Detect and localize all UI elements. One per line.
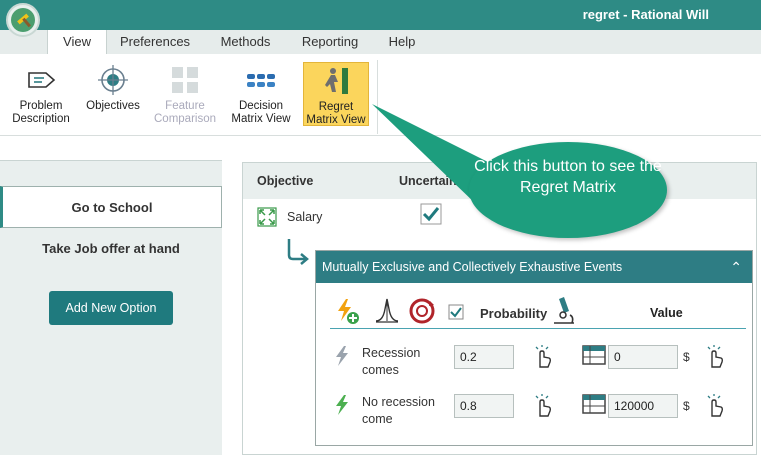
value-label: Value xyxy=(650,306,683,320)
events-panel: Mutually Exclusive and Collectively Exha… xyxy=(315,250,753,446)
hand-pointer-icon[interactable] xyxy=(704,345,726,369)
probability-checkbox[interactable] xyxy=(448,304,464,320)
currency-symbol: $ xyxy=(683,350,690,364)
hand-pointer-icon[interactable] xyxy=(704,394,726,418)
option-take-job-offer[interactable]: Take Job offer at hand xyxy=(0,228,222,270)
problem-description-label: Problem Description xyxy=(12,100,70,125)
value-input[interactable]: 0 xyxy=(608,345,678,369)
problem-description-button[interactable]: Problem Description xyxy=(8,62,74,126)
event-name: No recession come xyxy=(362,395,435,426)
table-icon[interactable] xyxy=(582,345,606,365)
microscope-icon[interactable] xyxy=(550,295,578,325)
event-row: No recession come 0.8 120000 $ xyxy=(330,394,746,434)
window-title: regret - Rational Will xyxy=(582,7,709,22)
cycle-icon[interactable] xyxy=(408,297,436,325)
callout-text: Click this button to see the Regret Matr… xyxy=(474,158,662,196)
distribution-icon[interactable] xyxy=(374,297,400,325)
menu-bar: View Preferences Methods Reporting Help xyxy=(0,30,761,54)
decision-matrix-view-label: Decision Matrix View xyxy=(231,100,291,125)
regret-matrix-view-button[interactable]: Regret Matrix View xyxy=(303,62,369,126)
options-panel: Go to School Take Job offer at hand Add … xyxy=(0,160,222,455)
option-go-to-school[interactable]: Go to School xyxy=(0,186,222,228)
tag-icon xyxy=(28,72,56,88)
app-logo-icon[interactable] xyxy=(6,3,40,37)
collapse-chevron-icon[interactable]: ⌃ xyxy=(730,251,742,283)
event-name: Recession comes xyxy=(362,346,421,377)
event-row: Recession comes 0.2 0 $ xyxy=(330,345,746,385)
objectives-button[interactable]: Objectives xyxy=(80,62,146,126)
probability-input[interactable]: 0.2 xyxy=(454,345,514,369)
col-objective: Objective xyxy=(257,174,314,188)
tab-help[interactable]: Help xyxy=(378,30,426,54)
value-input[interactable]: 120000 xyxy=(608,394,678,418)
expand-arrows-icon xyxy=(257,207,277,227)
tab-preferences[interactable]: Preferences xyxy=(110,30,200,54)
events-panel-header[interactable]: Mutually Exclusive and Collectively Exha… xyxy=(316,251,752,283)
events-panel-title: Mutually Exclusive and Collectively Exha… xyxy=(322,260,623,274)
tab-methods[interactable]: Methods xyxy=(208,30,283,54)
decision-matrix-view-button[interactable]: Decision Matrix View xyxy=(228,62,294,126)
objectives-label: Objectives xyxy=(86,100,140,112)
lightning-green-icon xyxy=(336,395,348,415)
col-uncertain: Uncertain xyxy=(399,174,457,188)
tab-reporting[interactable]: Reporting xyxy=(290,30,370,54)
hand-pointer-icon[interactable] xyxy=(532,394,554,418)
events-header-row: Probability Value xyxy=(330,293,746,329)
regret-figure-icon xyxy=(325,68,348,94)
add-new-option-button[interactable]: Add New Option xyxy=(49,291,173,325)
lightning-gray-icon xyxy=(336,346,348,366)
feature-comparison-label: Feature Comparison xyxy=(154,100,216,125)
regret-matrix-view-label: Regret Matrix View xyxy=(306,101,366,126)
grid-icon xyxy=(172,67,198,93)
uncertain-checkbox[interactable] xyxy=(420,203,442,225)
probability-input[interactable]: 0.8 xyxy=(454,394,514,418)
currency-symbol: $ xyxy=(683,399,690,413)
add-event-icon[interactable] xyxy=(334,297,360,325)
title-bar: regret - Rational Will xyxy=(0,0,761,30)
callout-bubble: Click this button to see the Regret Matr… xyxy=(469,142,667,238)
matrix-dots-icon xyxy=(247,74,275,87)
table-icon[interactable] xyxy=(582,394,606,414)
feature-comparison-button[interactable]: Feature Comparison xyxy=(152,62,218,126)
tab-view[interactable]: View xyxy=(47,30,107,54)
objective-name: Salary xyxy=(287,210,323,224)
target-icon xyxy=(98,65,128,95)
ribbon-separator xyxy=(377,60,378,134)
child-arrow-icon xyxy=(287,239,309,265)
probability-label: Probability xyxy=(480,306,548,321)
ribbon: Problem Description Objectives Feature C… xyxy=(0,54,761,136)
hand-pointer-icon[interactable] xyxy=(532,345,554,369)
